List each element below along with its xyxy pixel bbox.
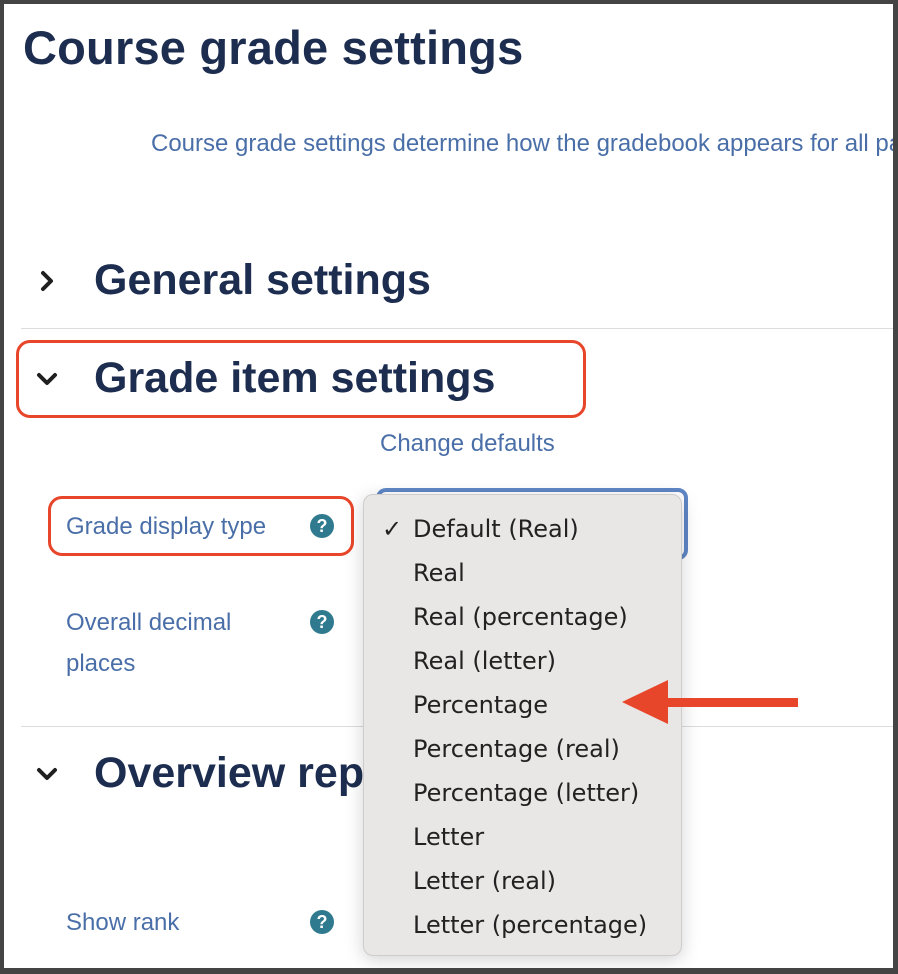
page-title: Course grade settings [23,21,524,74]
dropdown-option[interactable]: Letter (real) [364,859,681,903]
checkmark-icon: ✓ [382,515,403,543]
label-line: places [66,650,136,677]
question-circle-icon[interactable]: ? [310,910,334,934]
change-defaults-link[interactable]: Change defaults [380,430,555,458]
chevron-down-icon[interactable] [34,761,60,787]
course-grade-settings-page: Course grade settings Course grade setti… [4,4,893,968]
question-circle-icon[interactable]: ? [310,514,334,538]
option-label: Default (Real) [413,515,579,543]
overall-decimal-places-label: Overall decimal places [66,602,231,684]
question-circle-icon[interactable]: ? [310,610,334,634]
chevron-down-icon[interactable] [34,366,60,392]
section-title: Grade item settings [94,354,496,402]
section-general-settings[interactable]: General settings [34,256,431,305]
section-divider [21,328,893,329]
dropdown-option-selected[interactable]: ✓ Default (Real) [364,507,681,551]
page-intro-text: Course grade settings determine how the … [151,130,893,157]
label-line: Overall decimal [66,609,232,636]
section-grade-item-settings[interactable]: Grade item settings [34,354,495,403]
dropdown-option[interactable]: Percentage (letter) [364,771,681,815]
grade-display-type-label: Grade display type [66,513,267,540]
dropdown-option[interactable]: Real (percentage) [364,595,681,639]
chevron-right-icon[interactable] [34,268,60,294]
dropdown-option[interactable]: Real [364,551,681,595]
dropdown-option[interactable]: Letter (percentage) [364,903,681,947]
section-title: General settings [94,256,431,304]
dropdown-option[interactable]: Letter [364,815,681,859]
show-rank-label: Show rank [66,909,180,936]
annotation-arrow-icon [622,680,798,724]
